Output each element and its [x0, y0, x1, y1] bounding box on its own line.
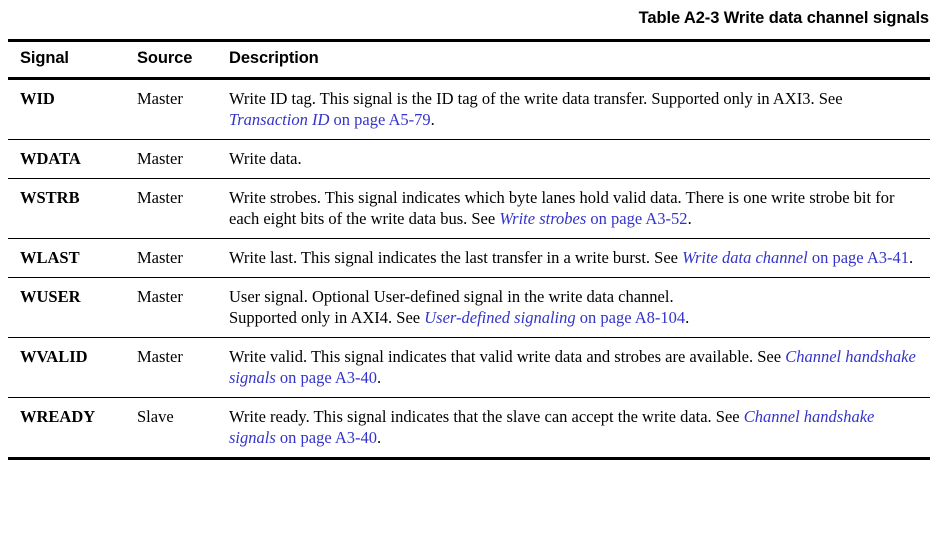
signal-description: Write strobes. This signal indicates whi… — [229, 178, 930, 239]
signal-description: User signal. Optional User-defined signa… — [229, 277, 930, 338]
description-line: Write data. — [229, 148, 924, 169]
description-tail: . — [377, 367, 382, 387]
signal-source: Master — [137, 238, 229, 278]
signal-description: Write data. — [229, 139, 930, 179]
description-text: User signal. Optional User-defined signa… — [229, 286, 674, 306]
cross-reference-link[interactable]: Write strobes on page A3-52 — [499, 209, 687, 228]
cross-reference-title: User-defined signaling — [424, 307, 576, 327]
table-header: Signal Source Description — [8, 38, 930, 80]
cross-reference-page: on page A8-104 — [575, 307, 686, 327]
column-header-description: Description — [229, 38, 930, 80]
description-text: Write data. — [229, 148, 302, 168]
table-row: WLAST Master Write last. This signal indic… — [8, 238, 930, 278]
cross-reference-page: on page A3-41 — [807, 247, 909, 267]
table-body: WID Master Write ID tag. This signal is th… — [8, 78, 930, 460]
table-header-row: Signal Source Description — [8, 38, 930, 80]
signal-source: Master — [137, 78, 229, 140]
description-text: Write valid. This signal indicates that … — [229, 346, 786, 366]
description-line: Write last. This signal indicates the la… — [229, 247, 924, 268]
signal-name: WVALID — [8, 337, 137, 398]
column-header-signal: Signal — [8, 38, 137, 80]
table-container: Signal Source Description WID Master Write… — [0, 38, 939, 460]
signal-name: WID — [8, 78, 137, 140]
signal-name: WDATA — [8, 139, 137, 179]
cross-reference-link[interactable]: User-defined signaling on page A8-104 — [424, 308, 685, 327]
signal-description: Write valid. This signal indicates that … — [229, 337, 930, 398]
table-row: WVALID Master Write valid. This signal ind… — [8, 337, 930, 398]
cross-reference-page: on page A5-79 — [329, 109, 431, 129]
cross-reference-page: on page A3-40 — [275, 367, 378, 387]
description-line: User signal. Optional User-defined signa… — [229, 286, 924, 307]
column-header-source: Source — [137, 38, 229, 80]
signal-name: WUSER — [8, 277, 137, 338]
description-text: Write last. This signal indicates the la… — [229, 247, 683, 267]
cross-reference-link[interactable]: Transaction ID on page A5-79 — [229, 110, 431, 129]
table-row: WDATA Master Write data. — [8, 139, 930, 179]
table-row: WID Master Write ID tag. This signal is th… — [8, 78, 930, 140]
description-text: Write ready. This signal indicates that … — [229, 406, 744, 426]
signal-source: Master — [137, 337, 229, 398]
signal-source: Master — [137, 277, 229, 338]
signal-source: Master — [137, 178, 229, 239]
signal-description: Write last. This signal indicates the la… — [229, 238, 930, 278]
description-line: Write valid. This signal indicates that … — [229, 346, 924, 388]
cross-reference-title: Write strobes — [499, 208, 587, 228]
description-line: Write strobes. This signal indicates whi… — [229, 187, 924, 229]
description-text: Supported only in AXI4. See — [229, 307, 425, 327]
description-line: Write ready. This signal indicates that … — [229, 406, 924, 448]
description-line: Supported only in AXI4. See User-defined… — [229, 307, 924, 328]
signal-source: Master — [137, 139, 229, 179]
table-row: WSTRB Master Write strobes. This signal in… — [8, 178, 930, 239]
description-tail: . — [430, 109, 435, 129]
table-row: WREADY Slave Write ready. This signal indi… — [8, 397, 930, 460]
description-tail: . — [908, 247, 914, 267]
table-row: WUSER Master User signal. Optional User-de… — [8, 277, 930, 338]
cross-reference-title: Write data channel — [682, 247, 808, 267]
write-data-channel-signals-table: Signal Source Description WID Master Write… — [8, 38, 930, 460]
description-tail: . — [377, 427, 382, 447]
description-text: Write ID tag. This signal is the ID tag … — [229, 88, 843, 108]
signal-name: WREADY — [8, 397, 137, 460]
description-line: Write ID tag. This signal is the ID tag … — [229, 88, 924, 130]
description-tail: . — [687, 208, 692, 228]
signal-description: Write ID tag. This signal is the ID tag … — [229, 78, 930, 140]
cross-reference-link[interactable]: Write data channel on page A3-41 — [682, 248, 909, 267]
table-caption: Table A2-3 Write data channel signals — [638, 9, 929, 27]
cross-reference-title: Transaction ID — [229, 109, 330, 129]
signal-source: Slave — [137, 397, 229, 460]
cross-reference-page: on page A3-40 — [275, 427, 378, 447]
cross-reference-page: on page A3-52 — [586, 208, 688, 228]
signal-name: WSTRB — [8, 178, 137, 239]
signal-description: Write ready. This signal indicates that … — [229, 397, 930, 460]
signal-name: WLAST — [8, 238, 137, 278]
description-tail: . — [685, 307, 690, 327]
document-page: Table A2-3 Write data channel signals Si… — [0, 0, 939, 539]
